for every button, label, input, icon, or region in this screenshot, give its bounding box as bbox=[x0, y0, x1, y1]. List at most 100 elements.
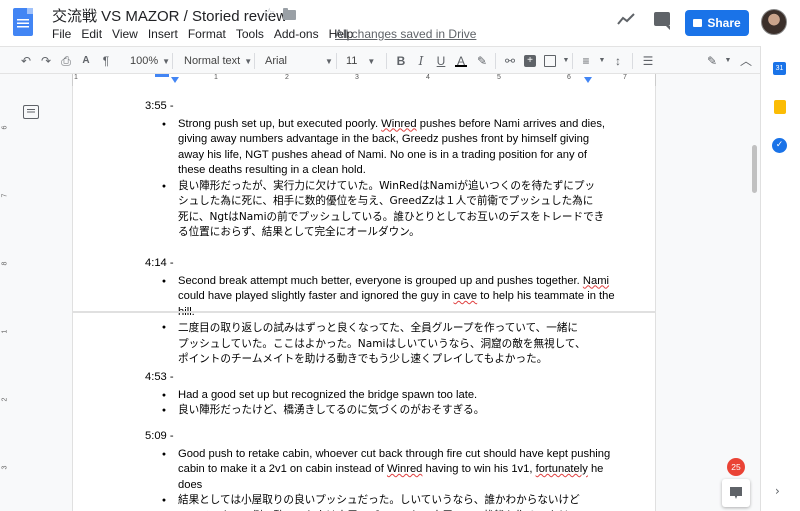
list-item-line: る位置におらず、結果として完全にオールダウン。 bbox=[178, 225, 588, 241]
bullet-marker: ● bbox=[161, 182, 167, 190]
calendar-icon[interactable]: 31 bbox=[773, 62, 786, 75]
document-outline-icon[interactable] bbox=[23, 105, 39, 119]
menu-view[interactable]: View bbox=[112, 27, 138, 41]
list-item-line: Good push to retake cabin, whoever cut b… bbox=[178, 447, 610, 463]
chevron-down-icon[interactable]: ▼ bbox=[560, 55, 572, 67]
explore-button[interactable] bbox=[722, 479, 750, 507]
spellcheck-flagged-word: cave bbox=[453, 290, 478, 302]
highlight-icon[interactable]: ✎ bbox=[476, 55, 488, 67]
text-run: having to win his 1v1, bbox=[422, 463, 536, 475]
text-run: could have played slightly faster and ig… bbox=[178, 290, 454, 302]
text-run: ポイントのチームメイトを助ける動きでもう少し速くプレイしてもよかった。 bbox=[178, 353, 548, 365]
ruler-number: 6 bbox=[567, 74, 571, 81]
menu-edit[interactable]: Edit bbox=[81, 27, 102, 41]
font-select[interactable]: Arial ▼ bbox=[265, 53, 333, 69]
list-item-line: Second break attempt much better, everyo… bbox=[178, 274, 609, 290]
keep-icon[interactable] bbox=[774, 100, 786, 114]
bullet-marker: ● bbox=[161, 324, 167, 331]
underline-icon[interactable]: U bbox=[435, 55, 447, 67]
comment-count-badge: 25 bbox=[727, 458, 745, 476]
italic-icon[interactable]: I bbox=[415, 55, 427, 67]
zoom-select[interactable]: 100% ▼ bbox=[130, 53, 170, 69]
star-icon[interactable]: ☆ bbox=[263, 6, 276, 22]
text-run: プッシュしていた。ここはよかった。Namiはしいていうなら、洞窟の敵を無視して、 bbox=[178, 337, 586, 350]
text-run: these deaths resulting in a clean hold. bbox=[178, 164, 366, 176]
menu-tools[interactable]: Tools bbox=[236, 27, 264, 41]
first-line-indent-handle[interactable] bbox=[155, 74, 169, 77]
text-run: giving away numbers advantage in the bac… bbox=[178, 133, 590, 145]
folder-icon[interactable] bbox=[283, 8, 296, 20]
list-item-line: 死に、NgtはNamiの前でプッシュしている。誰ひとりとしてお互いのデスをトレー… bbox=[178, 210, 604, 226]
activity-dashboard-icon[interactable] bbox=[617, 13, 635, 25]
tasks-icon[interactable]: ✓ bbox=[772, 138, 787, 153]
font-size-select[interactable]: 11 ▼ bbox=[346, 53, 375, 69]
docs-logo-icon[interactable] bbox=[13, 8, 33, 36]
document-page[interactable]: 3:55 - ● Strong push set up, but executed … bbox=[72, 86, 656, 511]
timestamp-heading: 4:14 - bbox=[145, 257, 174, 269]
print-icon[interactable]: ⎙ bbox=[60, 55, 72, 67]
avatar[interactable] bbox=[761, 9, 787, 35]
vertical-ruler-number: 7 bbox=[1, 193, 9, 198]
undo-icon[interactable]: ↶ bbox=[20, 55, 32, 67]
left-indent-handle[interactable] bbox=[171, 77, 179, 83]
list-item-line: シュした為に死に、相手に数的優位を与え、GreedZzは１人で前衛でプッシュした… bbox=[178, 194, 593, 210]
ruler-number: 1 bbox=[214, 74, 218, 81]
bullet-marker: ● bbox=[161, 391, 167, 399]
collapse-menus-icon[interactable]: ︿ bbox=[740, 55, 752, 67]
vertical-ruler-number: 6 bbox=[1, 125, 9, 130]
text-run: cabin to make it a 2v1 on cabin instead … bbox=[178, 463, 387, 475]
toolbar-divider bbox=[254, 53, 255, 69]
scrollbar-thumb[interactable] bbox=[752, 145, 757, 193]
align-left-icon[interactable]: ≡ bbox=[580, 55, 592, 67]
font-value: Arial bbox=[265, 55, 288, 67]
redo-icon[interactable]: ↷ bbox=[40, 55, 52, 67]
share-button[interactable]: Share bbox=[685, 10, 749, 36]
text-color-icon[interactable]: A bbox=[455, 55, 467, 67]
text-run: he bbox=[587, 463, 604, 475]
menu-insert[interactable]: Insert bbox=[148, 27, 178, 41]
list-item-line: プッシュしていた。ここはよかった。Namiはしいていうなら、洞窟の敵を無視して、 bbox=[178, 337, 588, 353]
list-item-line: giving away numbers advantage in the bac… bbox=[178, 132, 590, 148]
chevron-down-icon[interactable]: ▼ bbox=[596, 55, 608, 67]
chevron-down-icon: ▼ bbox=[367, 56, 376, 66]
list-item-line: ポイントのチームメイトを助ける動きでもう少し速くプレイしてもよかった。 bbox=[178, 352, 588, 368]
list-item-line: does bbox=[178, 478, 588, 494]
text-run: Strong push set up, but executed poorly. bbox=[178, 117, 382, 130]
text-run: Second break attempt much better, everyo… bbox=[178, 274, 583, 287]
paint-format-icon[interactable]: ¶ bbox=[100, 55, 112, 67]
chevron-right-icon[interactable]: › bbox=[775, 484, 780, 498]
vertical-ruler: 6 7 8 1 2 3 bbox=[0, 86, 14, 511]
comment-history-icon[interactable] bbox=[654, 12, 670, 30]
ruler-number: 3 bbox=[355, 74, 359, 81]
text-run: 良い陣形だったが、実行力に欠けていた。WinRedはNamiが追いつくのを待たず… bbox=[178, 179, 596, 192]
editing-mode-icon[interactable]: ✎ bbox=[706, 55, 718, 67]
save-status-link[interactable]: All changes saved in Drive bbox=[335, 27, 476, 41]
menu-addons[interactable]: Add-ons bbox=[274, 27, 319, 41]
insert-image-icon[interactable] bbox=[544, 55, 556, 67]
chevron-down-icon[interactable]: ▼ bbox=[722, 55, 734, 67]
document-title[interactable]: 交流戦 VS MAZOR / Storied review bbox=[52, 5, 287, 26]
spellcheck-icon[interactable]: A bbox=[80, 55, 92, 67]
style-value: Normal text bbox=[184, 55, 241, 67]
bold-icon[interactable]: B bbox=[395, 55, 407, 67]
menu-file[interactable]: File bbox=[52, 27, 71, 41]
chevron-down-icon: ▼ bbox=[162, 56, 171, 66]
list-item-line: 結果としては小屋取りの良いプッシュだった。しいていうなら、誰かわからないけど bbox=[178, 493, 588, 509]
toolbar: ↶ ↷ ⎙ A ¶ 100% ▼ Normal text ▼ Arial ▼ 11 ▼ … bbox=[0, 46, 800, 74]
menu-format[interactable]: Format bbox=[188, 27, 226, 41]
link-icon[interactable]: ⚯ bbox=[504, 55, 516, 67]
add-comment-icon[interactable]: + bbox=[524, 55, 536, 67]
right-indent-handle[interactable] bbox=[584, 77, 592, 83]
line-spacing-icon[interactable]: ↕ bbox=[612, 55, 624, 67]
share-label: Share bbox=[707, 16, 741, 30]
style-select[interactable]: Normal text ▼ bbox=[184, 53, 252, 69]
timestamp-heading: 3:55 - bbox=[145, 100, 174, 112]
vertical-ruler-number: 2 bbox=[1, 397, 9, 402]
ruler-number: 2 bbox=[285, 74, 289, 81]
ruler-number: 5 bbox=[497, 74, 501, 81]
numbered-list-icon[interactable]: ☰ bbox=[642, 55, 654, 67]
text-run: 良い陣形だったけど、橋湧きしてるのに気づくのがおそすぎる。 bbox=[178, 404, 485, 416]
vertical-ruler-number: 3 bbox=[1, 465, 9, 470]
vertical-ruler-number: 8 bbox=[1, 261, 9, 266]
text-run: 結果としては小屋取りの良いプッシュだった。しいていうなら、誰かわからないけど bbox=[178, 494, 580, 506]
